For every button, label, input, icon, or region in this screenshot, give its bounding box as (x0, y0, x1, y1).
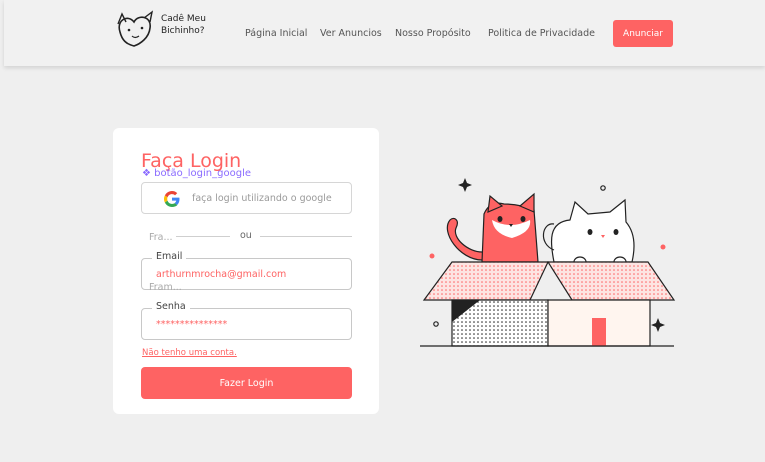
email-input[interactable] (156, 269, 346, 280)
divider-right (260, 236, 352, 237)
top-navbar: Cadê Meu Bichinho? Página Inicial Ver An… (4, 0, 765, 66)
no-account-link[interactable]: Não tenho uma conta. (142, 348, 237, 358)
google-button-label: faça login utilizando o google (192, 193, 332, 204)
divider-left (176, 236, 230, 237)
pets-logo-icon[interactable] (114, 10, 160, 50)
cats-in-box-illustration (420, 178, 676, 347)
google-icon (164, 191, 180, 207)
anunciar-button[interactable]: Anunciar (613, 20, 673, 47)
nav-ads[interactable]: Ver Anuncios (320, 28, 382, 39)
nav-purpose[interactable]: Nosso Propósito (395, 28, 471, 39)
password-label: Senha (152, 301, 190, 312)
password-input[interactable] (156, 319, 346, 330)
logo-text[interactable]: Cadê Meu Bichinho? (161, 13, 221, 37)
ghost-frame-label-2: Fram... (149, 282, 182, 293)
login-submit-button[interactable]: Fazer Login (141, 367, 352, 399)
ghost-frame-label: Fra... (149, 232, 173, 243)
password-field[interactable]: Senha (141, 301, 352, 340)
nav-home[interactable]: Página Inicial (245, 28, 307, 39)
nav-privacy[interactable]: Politica de Privacidade (488, 28, 595, 39)
divider-or-text: ou (240, 230, 252, 241)
email-label: Email (152, 251, 187, 262)
debug-component-label: ❖ botão_login_google (142, 168, 251, 179)
google-login-button[interactable]: faça login utilizando o google (141, 182, 352, 214)
